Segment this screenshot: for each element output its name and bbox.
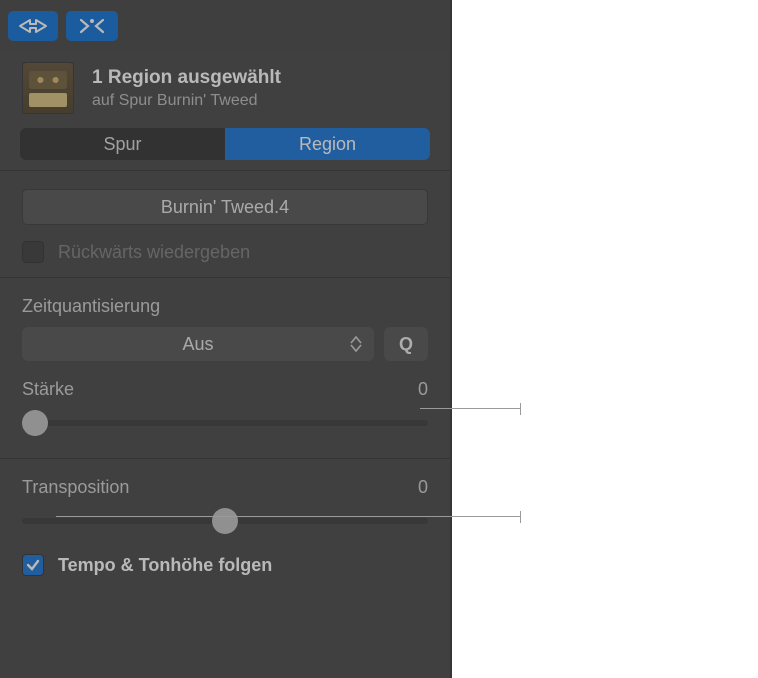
follow-checkbox[interactable]: [22, 554, 44, 576]
strength-label: Stärke: [22, 379, 74, 400]
merge-icon: [78, 17, 106, 35]
merge-button[interactable]: [66, 11, 118, 41]
reverse-row[interactable]: Rückwärts wiedergeben: [22, 241, 428, 263]
strength-slider[interactable]: [22, 410, 428, 436]
reverse-label: Rückwärts wiedergeben: [58, 242, 250, 263]
transpose-slider[interactable]: [22, 508, 428, 534]
quantize-apply-button[interactable]: Q: [384, 327, 428, 361]
selection-subtitle: auf Spur Burnin' Tweed: [92, 92, 281, 110]
transpose-value: 0: [418, 477, 428, 498]
selection-title: 1 Region ausgewählt: [92, 67, 281, 89]
follow-row[interactable]: Tempo & Tonhöhe folgen: [22, 554, 428, 576]
quantize-title: Zeitquantisierung: [22, 296, 428, 317]
strength-value: 0: [418, 379, 428, 400]
tab-spur[interactable]: Spur: [20, 128, 225, 160]
link-icon: [18, 18, 48, 34]
reverse-checkbox[interactable]: [22, 241, 44, 263]
inspector-panel: 1 Region ausgewählt auf Spur Burnin' Twe…: [0, 0, 452, 678]
mode-segmented-control[interactable]: Spur Region: [20, 128, 430, 160]
slider-thumb[interactable]: [22, 410, 48, 436]
slider-track: [22, 420, 428, 426]
quantize-select[interactable]: Aus: [22, 327, 374, 361]
callout-line: [56, 516, 520, 517]
quantize-value: Aus: [182, 334, 213, 355]
transpose-label: Transposition: [22, 477, 129, 498]
region-name-field[interactable]: Burnin' Tweed.4: [22, 189, 428, 225]
follow-label: Tempo & Tonhöhe folgen: [58, 555, 272, 576]
selection-header: 1 Region ausgewählt auf Spur Burnin' Twe…: [0, 52, 450, 128]
track-thumbnail: [22, 62, 74, 114]
link-toggle-button[interactable]: [8, 11, 58, 41]
stepper-arrows-icon: [346, 331, 366, 357]
callout-line: [420, 408, 520, 409]
tab-region[interactable]: Region: [225, 128, 430, 160]
top-toolbar: [0, 0, 450, 52]
slider-thumb[interactable]: [212, 508, 238, 534]
